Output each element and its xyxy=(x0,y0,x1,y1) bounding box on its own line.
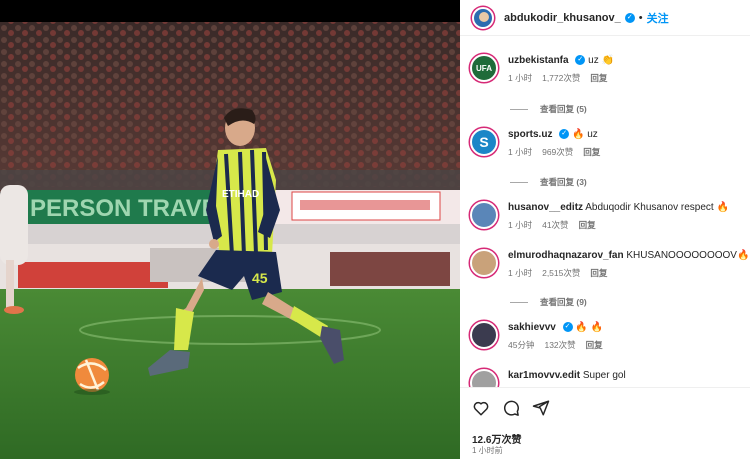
comment-emoji: 🔥 xyxy=(572,129,585,140)
heart-icon[interactable] xyxy=(472,399,490,417)
likes-count[interactable]: 12.6万次赞 xyxy=(472,431,521,446)
comment-likes[interactable]: 132次赞 xyxy=(544,340,575,350)
post-photo[interactable]: PERSON TRAVEL.C ETIHAD 45 xyxy=(0,0,460,459)
comment-emoji: 🔥 🔥 xyxy=(575,322,604,333)
commenter-avatar[interactable] xyxy=(470,201,498,229)
avatar-initials: S xyxy=(479,134,489,150)
post-actions: 12.6万次赞 1 小时前 xyxy=(460,387,750,459)
verified-icon: ✓ xyxy=(562,322,573,333)
comment-username[interactable]: sakhievvv xyxy=(508,322,556,333)
comment-text: uz xyxy=(587,129,598,140)
verified-icon: ✓ xyxy=(575,55,586,66)
post-side-panel: abdukodir_khusanov_ ✓ • 关注 UFA uzbekista… xyxy=(460,0,750,459)
header-separator: • xyxy=(638,11,643,24)
commenter-avatar[interactable] xyxy=(470,249,498,277)
comment-time: 1 小时 xyxy=(508,220,533,230)
comment-text: Abduqodir Khusanov respect xyxy=(585,202,714,213)
comment-username[interactable]: sports.uz xyxy=(508,129,552,140)
reply-button[interactable]: 回复 xyxy=(590,73,607,83)
view-replies-button[interactable]: 查看回复 (5) xyxy=(510,103,587,115)
shirt-number: 45 xyxy=(252,270,268,286)
avatar-initials: UFA xyxy=(476,63,492,73)
view-replies-label: 查看回复 (3) xyxy=(540,177,587,187)
comment-username[interactable]: elmurodhaqnazarov_fan xyxy=(508,250,624,261)
comment-likes[interactable]: 1,772次赞 xyxy=(542,73,580,83)
reply-button[interactable]: 回复 xyxy=(583,147,600,157)
verified-icon: ✓ xyxy=(624,12,635,23)
shirt-sponsor: ETIHAD xyxy=(222,189,259,200)
comment-emoji: 🔥 xyxy=(716,202,729,213)
verified-icon: ✓ xyxy=(559,129,570,140)
comment-time: 1 小时 xyxy=(508,73,533,83)
comment-emoji: 👏 xyxy=(601,55,614,66)
comment-likes[interactable]: 2,515次赞 xyxy=(542,268,580,278)
view-replies-button[interactable]: 查看回复 (9) xyxy=(510,296,587,308)
author-avatar[interactable] xyxy=(472,6,494,29)
comment-emoji: 🔥 xyxy=(736,250,750,261)
comment-likes[interactable]: 969次赞 xyxy=(542,147,573,157)
comment-username[interactable]: uzbekistanfa xyxy=(508,55,569,66)
comment-text: Super gol xyxy=(582,370,626,381)
commenter-avatar[interactable]: S xyxy=(470,128,498,156)
share-icon[interactable] xyxy=(532,399,550,417)
comment-username[interactable]: husanov__editz xyxy=(508,202,583,213)
comment-text: KHUSANOOOOOOOOV xyxy=(626,250,737,261)
commenter-avatar[interactable]: UFA xyxy=(470,54,498,82)
post-time: 1 小时前 xyxy=(472,446,503,455)
comment-text: uz xyxy=(588,55,599,66)
view-replies-label: 查看回复 (5) xyxy=(540,104,587,114)
comment-time: 1 小时 xyxy=(508,268,533,278)
comment-icon[interactable] xyxy=(502,399,520,417)
reply-button[interactable]: 回复 xyxy=(579,220,596,230)
commenter-avatar[interactable] xyxy=(470,369,498,387)
commenter-avatar[interactable] xyxy=(470,321,498,349)
comments-list[interactable]: UFA uzbekistanfa ✓ uz 👏 1 小时 1,772次赞 回复 查看… xyxy=(460,37,750,387)
comment-time: 45分钟 xyxy=(508,340,535,350)
follow-button[interactable]: 关注 xyxy=(647,10,669,26)
comment-likes[interactable]: 41次赞 xyxy=(542,220,568,230)
football-photo: PERSON TRAVEL.C ETIHAD 45 xyxy=(0,0,460,459)
comment-username[interactable]: kar1movvv.edit xyxy=(508,370,580,381)
reply-button[interactable]: 回复 xyxy=(590,268,607,278)
author-username[interactable]: abdukodir_khusanov_ xyxy=(504,12,621,24)
view-replies-label: 查看回复 (9) xyxy=(540,297,587,307)
comment-time: 1 小时 xyxy=(508,147,533,157)
reply-button[interactable]: 回复 xyxy=(586,340,603,350)
post-header: abdukodir_khusanov_ ✓ • 关注 xyxy=(460,0,750,36)
view-replies-button[interactable]: 查看回复 (3) xyxy=(510,176,587,188)
